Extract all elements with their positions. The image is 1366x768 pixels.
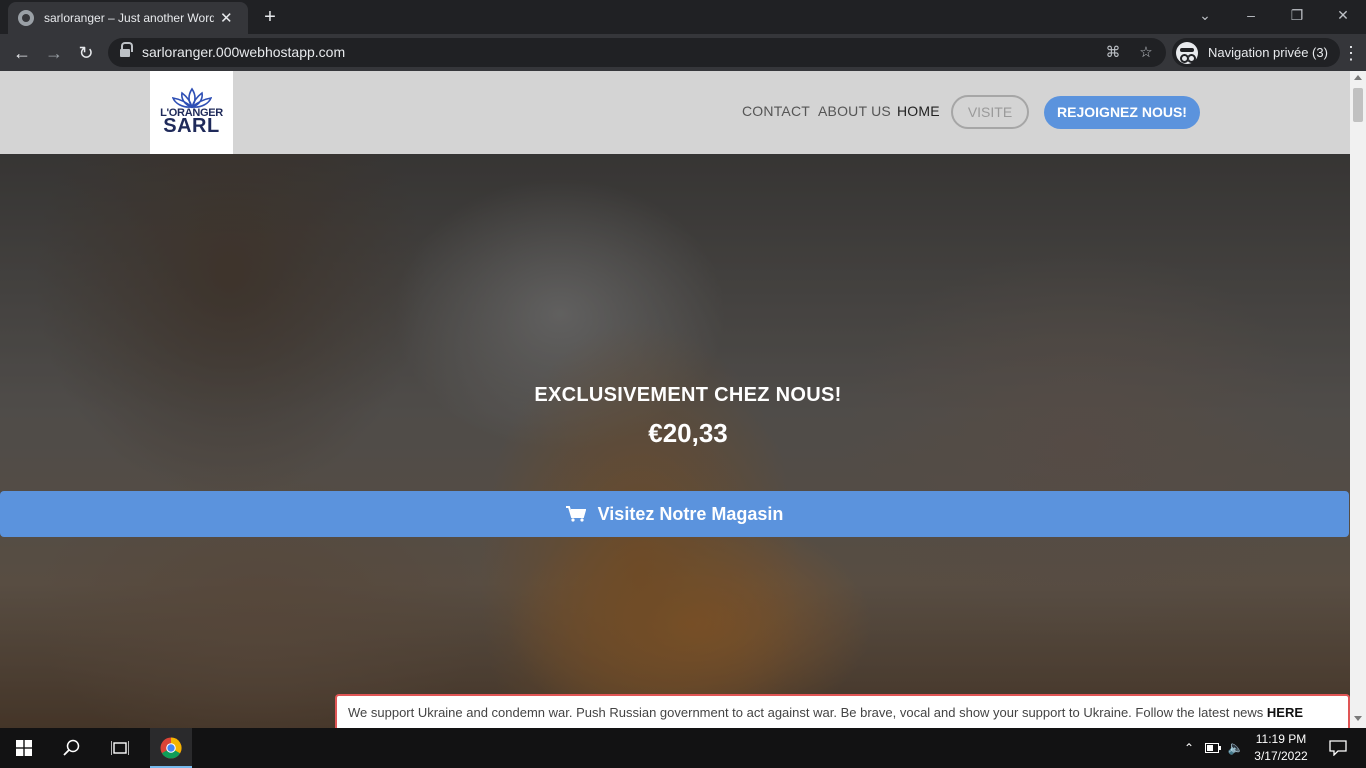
site-logo[interactable]: L'ORANGER SARL	[150, 71, 233, 154]
nav-contact[interactable]: CONTACT	[742, 103, 810, 119]
tab-title: sarloranger – Just another WordPress sit…	[44, 11, 214, 25]
action-center-button[interactable]	[1318, 728, 1358, 768]
page-viewport: L'ORANGER SARL CONTACT ABOUT US HOME VIS…	[0, 71, 1366, 728]
search-icon	[63, 739, 80, 756]
system-clock[interactable]: 11:19 PM 3/17/2022	[1246, 731, 1316, 765]
task-view-icon	[111, 741, 129, 755]
start-button[interactable]	[0, 728, 48, 768]
hero-kicker: EXCLUSIVEMENT CHEZ NOUS!	[534, 384, 842, 406]
chrome-taskbar-button[interactable]	[150, 728, 192, 768]
restore-button[interactable]: ❐	[1282, 4, 1312, 26]
scrollbar-thumb[interactable]	[1353, 88, 1363, 122]
show-hidden-icons[interactable]: ⌃	[1180, 728, 1198, 768]
reload-button[interactable]: ↻	[73, 40, 99, 66]
scroll-up-icon[interactable]	[1354, 75, 1362, 80]
notice-text: We support Ukraine and condemn war. Push…	[348, 705, 1267, 720]
globe-icon	[18, 10, 34, 26]
lotus-icon	[172, 87, 212, 109]
bookmark-star-icon[interactable]: ☆	[1136, 43, 1156, 63]
hero-price: €20,33	[648, 418, 728, 448]
volume-icon[interactable]: 🔈	[1226, 728, 1246, 768]
windows-icon	[16, 740, 32, 756]
visit-shop-button[interactable]: Visitez Notre Magasin	[0, 491, 1349, 537]
ukraine-notice-bar: We support Ukraine and condemn war. Push…	[335, 694, 1350, 728]
join-us-button[interactable]: REJOIGNEZ NOUS!	[1044, 96, 1200, 129]
page-scrollbar[interactable]	[1350, 71, 1366, 728]
visite-button[interactable]: VISITE	[951, 95, 1029, 129]
incognito-indicator[interactable]: Navigation privée (3)	[1172, 38, 1340, 67]
notice-link[interactable]: HERE	[1267, 705, 1303, 720]
incognito-label: Navigation privée (3)	[1208, 45, 1328, 60]
site-header: L'ORANGER SARL CONTACT ABOUT US HOME VIS…	[0, 71, 1350, 154]
nav-about-us[interactable]: ABOUT US	[818, 103, 891, 119]
nav-home[interactable]: HOME	[897, 103, 940, 119]
new-tab-button[interactable]: +	[258, 5, 282, 29]
logo-text-main: SARL	[163, 115, 220, 137]
clock-date: 3/17/2022	[1254, 749, 1308, 763]
incognito-icon	[1176, 41, 1198, 64]
forward-button[interactable]: →	[41, 40, 67, 66]
back-button[interactable]: ←	[9, 40, 35, 66]
search-button[interactable]	[48, 728, 96, 768]
hero-banner: EXCLUSIVEMENT CHEZ NOUS! €20,33 Visitez …	[0, 154, 1350, 728]
minimize-button[interactable]: –	[1236, 4, 1266, 26]
close-window-button[interactable]: ✕	[1328, 4, 1358, 26]
url-text[interactable]: sarloranger.000webhostapp.com	[142, 44, 345, 60]
cart-icon	[565, 506, 586, 522]
browser-tab[interactable]: sarloranger – Just another WordPress sit…	[8, 2, 248, 34]
task-view-button[interactable]	[96, 728, 144, 768]
chrome-icon	[160, 737, 182, 759]
browser-menu-button[interactable]: ⋮	[1341, 40, 1361, 66]
tab-search-icon[interactable]: ⌄	[1190, 4, 1220, 26]
browser-tab-strip: sarloranger – Just another WordPress sit…	[0, 0, 1366, 34]
scroll-down-icon[interactable]	[1354, 716, 1362, 721]
notification-icon	[1329, 740, 1347, 756]
visit-shop-label: Visitez Notre Magasin	[597, 503, 784, 524]
close-tab-icon[interactable]: ✕	[220, 11, 233, 26]
battery-icon[interactable]	[1204, 728, 1222, 768]
address-bar[interactable]: sarloranger.000webhostapp.com ⌘ ☆	[108, 38, 1166, 67]
windows-taskbar: ⌃ 🔈 11:19 PM 3/17/2022	[0, 728, 1366, 768]
lock-icon[interactable]	[120, 42, 133, 58]
translate-icon[interactable]: ⌘	[1103, 43, 1123, 63]
browser-toolbar: ← → ↻ sarloranger.000webhostapp.com ⌘ ☆ …	[0, 34, 1366, 71]
clock-time: 11:19 PM	[1255, 732, 1307, 746]
